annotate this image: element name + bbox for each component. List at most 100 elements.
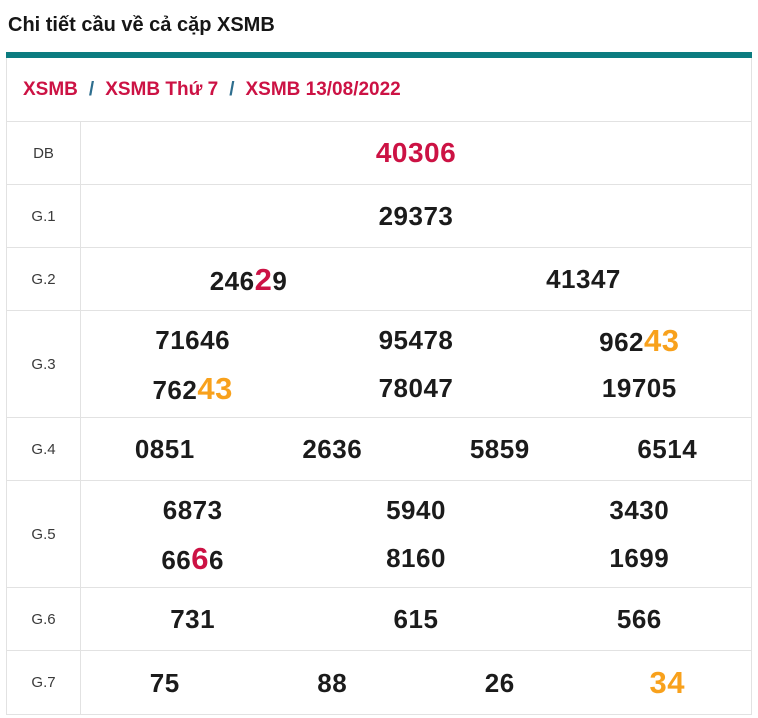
prize-number: 96243 xyxy=(528,325,751,356)
digits: 71646 xyxy=(155,325,230,355)
prize-line: 0851 2636 5859 6514 xyxy=(81,425,751,473)
digits: 9 xyxy=(272,266,287,296)
row-label: G.2 xyxy=(7,248,81,310)
digits: 5859 xyxy=(470,434,530,464)
prize-number: 1699 xyxy=(528,545,751,571)
prize-number: 615 xyxy=(304,606,527,632)
prize-number: 19705 xyxy=(528,375,751,401)
prize-number: 34 xyxy=(584,667,752,698)
prize-row-g4: G.4 0851 2636 5859 6514 xyxy=(7,418,751,481)
prize-number: 6514 xyxy=(584,436,752,462)
prize-number: 3430 xyxy=(528,497,751,523)
prize-number: 5940 xyxy=(304,497,527,523)
prize-table: DB40306G.129373G.22462941347G.3716469547… xyxy=(7,122,751,714)
prize-row-g6: G.6 731 615 566 xyxy=(7,588,751,651)
digits: 3430 xyxy=(609,495,669,525)
row-values: 75 88 26 34 xyxy=(81,651,751,714)
digits: 75 xyxy=(150,668,180,698)
digits: 566 xyxy=(617,604,662,634)
row-values: 29373 xyxy=(81,185,751,247)
prize-line: 6873 5940 3430 xyxy=(81,486,751,534)
prize-row-g3: G.3716469547896243762437804719705 xyxy=(7,311,751,418)
prize-number: 76243 xyxy=(81,373,304,404)
prize-row-g2: G.22462941347 xyxy=(7,248,751,311)
highlighted-digits: 6 xyxy=(191,541,209,576)
digits: 95478 xyxy=(379,325,454,355)
digits: 962 xyxy=(599,327,644,357)
prize-line: 731 615 566 xyxy=(81,595,751,643)
digits: 78047 xyxy=(379,373,454,403)
row-values: 24629 41347 xyxy=(81,248,751,310)
digits: 29373 xyxy=(379,201,454,231)
digits: 762 xyxy=(152,375,197,405)
prize-line: 71646 95478 96243 xyxy=(81,316,751,364)
prize-number: 78047 xyxy=(304,375,527,401)
prize-number: 41347 xyxy=(416,266,751,292)
prize-number: 2636 xyxy=(249,436,417,462)
prize-number: 71646 xyxy=(81,327,304,353)
prize-number: 8160 xyxy=(304,545,527,571)
prize-line: 6666 8160 1699 xyxy=(81,534,751,582)
breadcrumb-link-xsmb[interactable]: XSMB xyxy=(23,79,78,101)
prize-number: 6666 xyxy=(81,543,304,574)
prize-number: 40306 xyxy=(81,139,751,167)
digits: 1699 xyxy=(609,543,669,573)
prize-number: 24629 xyxy=(81,264,416,295)
breadcrumb-link-xsmb-weekday[interactable]: XSMB Thứ 7 xyxy=(105,79,218,101)
row-label: G.3 xyxy=(7,311,81,417)
results-board: XSMB / XSMB Thứ 7 / XSMB 13/08/2022 DB 40… xyxy=(6,58,752,715)
row-label: DB xyxy=(7,122,81,184)
breadcrumb: XSMB / XSMB Thứ 7 / XSMB 13/08/2022 xyxy=(7,58,751,122)
digits: 6 xyxy=(209,545,224,575)
digits: 6514 xyxy=(637,434,697,464)
prize-row-g7: G.7 75 88 26 34 xyxy=(7,651,751,714)
prize-number: 26 xyxy=(416,670,584,696)
breadcrumb-link-xsmb-date[interactable]: XSMB 13/08/2022 xyxy=(245,79,400,101)
highlighted-digits: 34 xyxy=(650,665,685,700)
digits: 26 xyxy=(485,668,515,698)
highlighted-digits: 40306 xyxy=(376,137,456,168)
highlighted-digits: 43 xyxy=(197,371,232,406)
breadcrumb-separator: / xyxy=(229,79,234,101)
prize-number: 95478 xyxy=(304,327,527,353)
row-label: G.6 xyxy=(7,588,81,650)
prize-row-db: DB 40306 xyxy=(7,122,751,185)
prize-number: 6873 xyxy=(81,497,304,523)
digits: 41347 xyxy=(546,264,621,294)
prize-line: 76243 78047 19705 xyxy=(81,364,751,412)
prize-line: 29373 xyxy=(81,192,751,240)
row-values: 6873 5940 3430 6666 8160 1699 xyxy=(81,481,751,587)
highlighted-digits: 2 xyxy=(255,262,273,297)
row-values: 731 615 566 xyxy=(81,588,751,650)
prize-number: 5859 xyxy=(416,436,584,462)
row-values: 716469547896243762437804719705 xyxy=(81,311,751,417)
row-values: 0851 2636 5859 6514 xyxy=(81,418,751,480)
prize-number: 29373 xyxy=(81,203,751,229)
prize-line: 40306 xyxy=(81,129,751,177)
prize-line: 75 88 26 34 xyxy=(81,659,751,707)
row-label: G.4 xyxy=(7,418,81,480)
prize-number: 731 xyxy=(81,606,304,632)
digits: 19705 xyxy=(602,373,677,403)
digits: 2636 xyxy=(302,434,362,464)
prize-row-g5: G.5 6873 5940 3430 6666 8160 1699 xyxy=(7,481,751,588)
digits: 5940 xyxy=(386,495,446,525)
row-label: G.5 xyxy=(7,481,81,587)
digits: 246 xyxy=(210,266,255,296)
digits: 6873 xyxy=(163,495,223,525)
highlighted-digits: 43 xyxy=(644,323,679,358)
digits: 731 xyxy=(170,604,215,634)
prize-line: 24629 41347 xyxy=(81,255,751,303)
prize-number: 75 xyxy=(81,670,249,696)
prize-number: 566 xyxy=(528,606,751,632)
row-values: 40306 xyxy=(81,122,751,184)
prize-row-g1: G.1 29373 xyxy=(7,185,751,248)
digits: 88 xyxy=(317,668,347,698)
digits: 615 xyxy=(394,604,439,634)
row-label: G.7 xyxy=(7,651,81,714)
digits: 0851 xyxy=(135,434,195,464)
digits: 8160 xyxy=(386,543,446,573)
prize-number: 0851 xyxy=(81,436,249,462)
row-label: G.1 xyxy=(7,185,81,247)
page-title: Chi tiết cầu về cả cặp XSMB xyxy=(0,0,758,52)
